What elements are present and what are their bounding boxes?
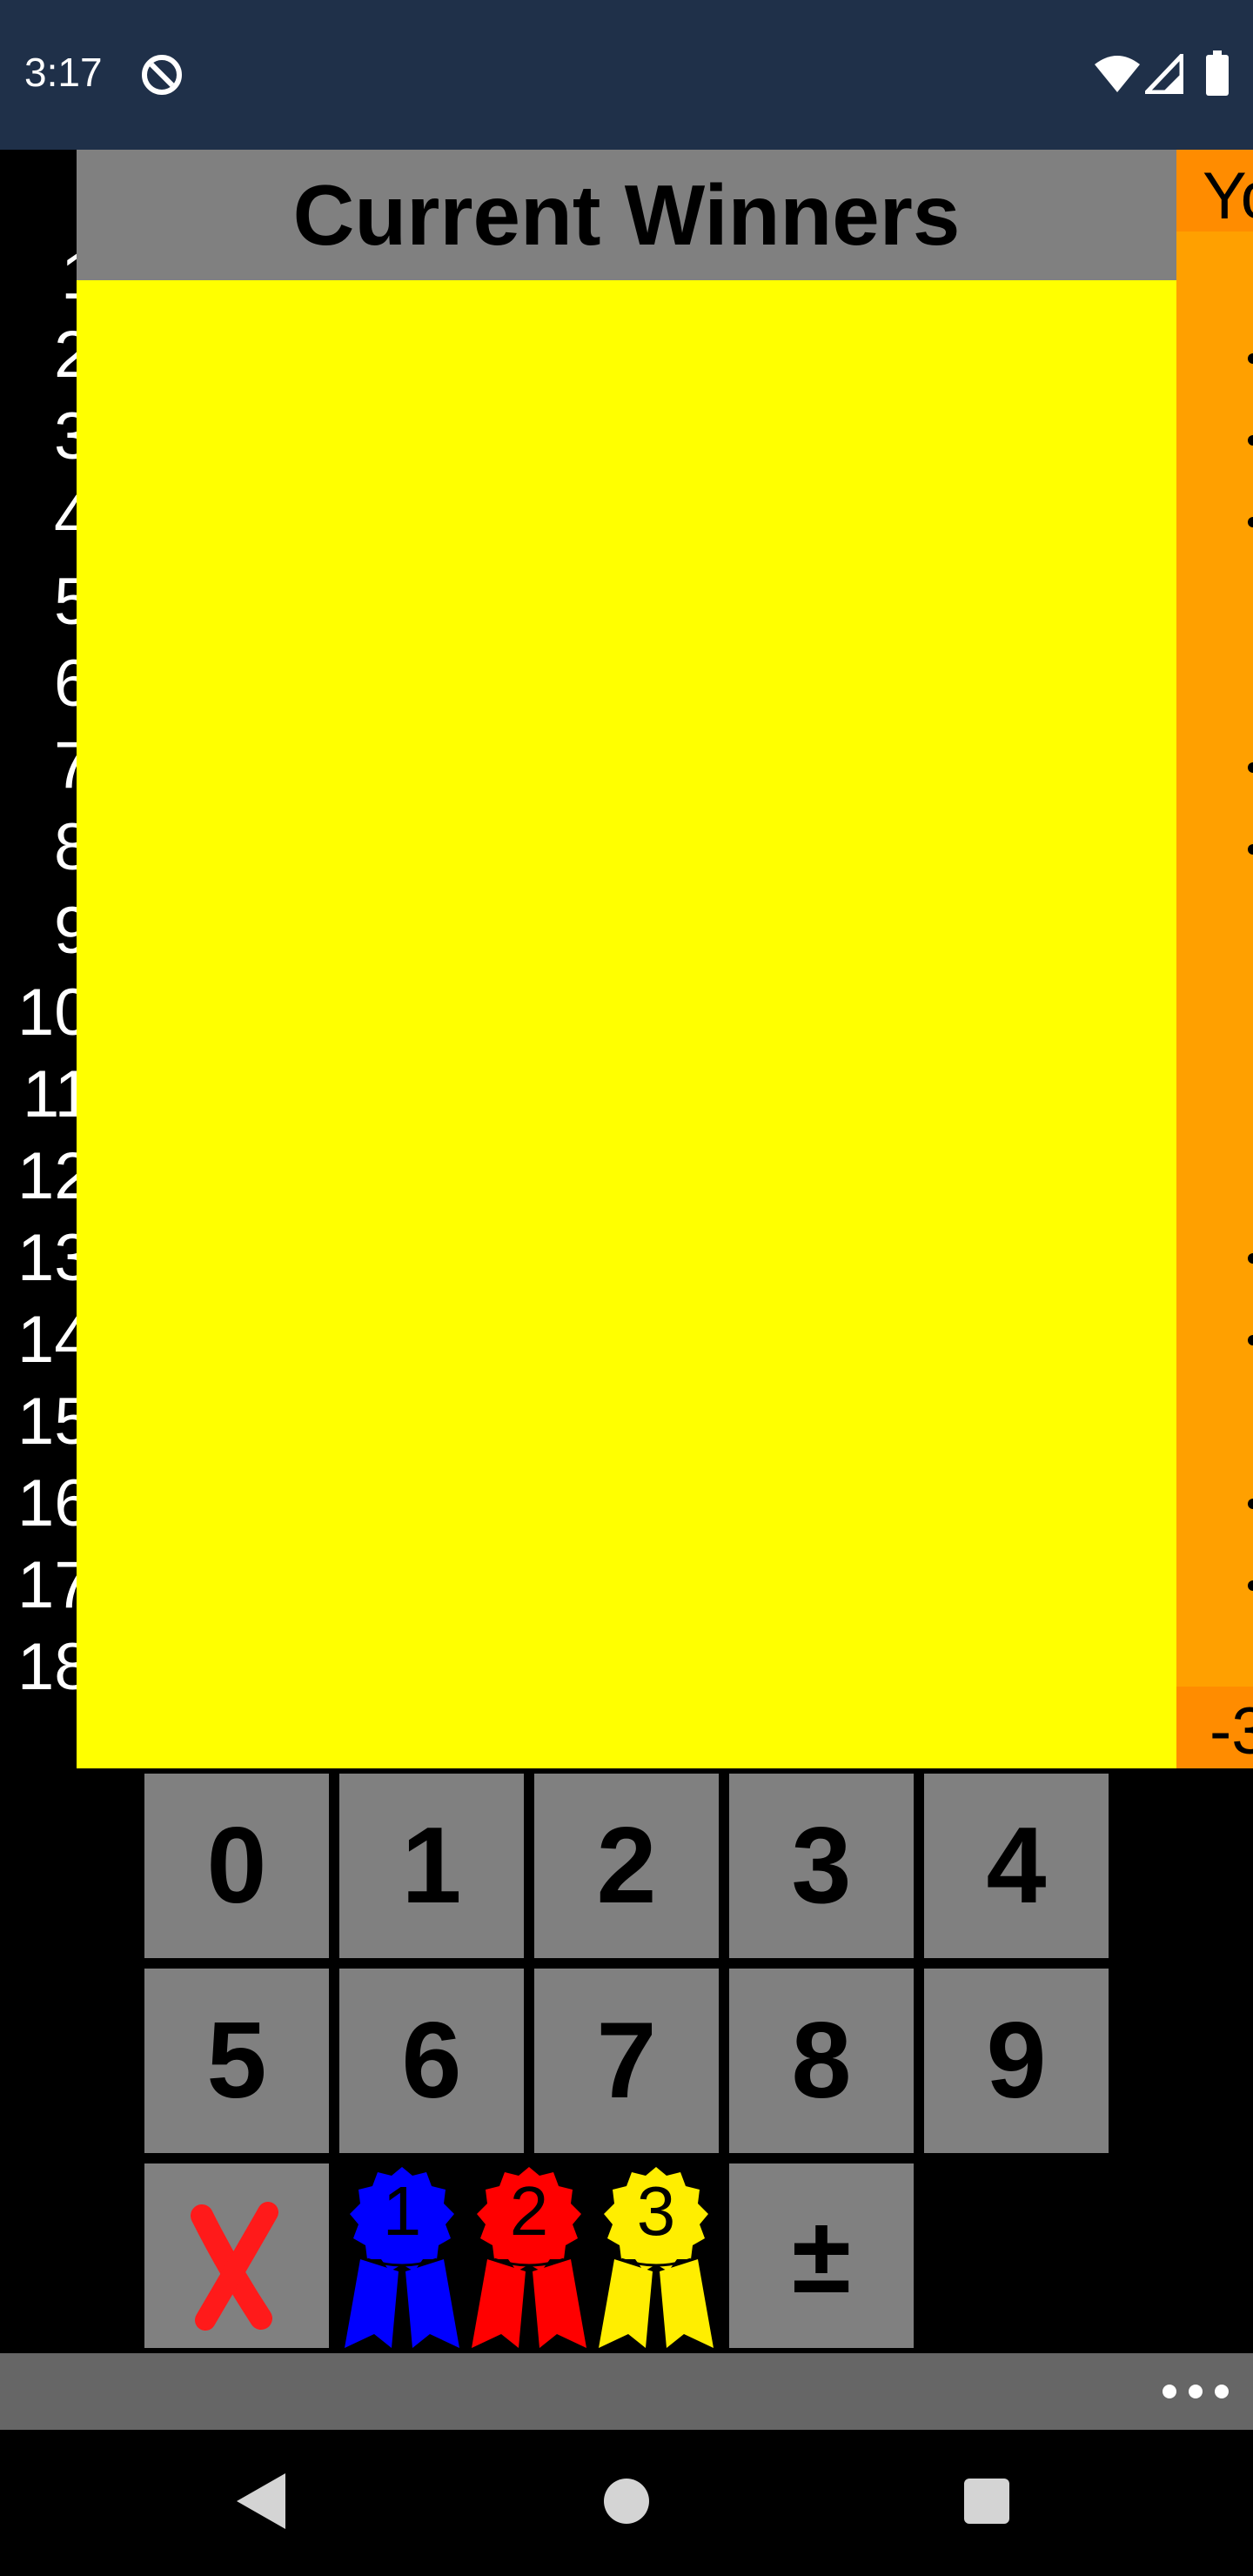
scorecard-header-text: Yo [1203, 159, 1253, 233]
navigation-bar [0, 2430, 1253, 2576]
key-6[interactable]: 6 [339, 1969, 524, 2153]
score-marker [1248, 844, 1253, 855]
winners-header: Current Winners [77, 150, 1176, 280]
score-marker [1248, 353, 1253, 364]
row-number: 10 [17, 976, 78, 1050]
row-number: 9 [54, 894, 78, 968]
first-place-ribbon[interactable]: 1 [341, 2163, 463, 2348]
row-number: 12 [17, 1139, 78, 1213]
score-marker [1248, 435, 1253, 446]
key-1[interactable]: 1 [339, 1774, 524, 1958]
back-icon[interactable] [233, 2470, 289, 2532]
key-2[interactable]: 2 [534, 1774, 719, 1958]
ribbon-label: 1 [383, 2172, 422, 2250]
row-number: 13 [17, 1221, 78, 1295]
row-number: 2 [54, 318, 78, 392]
row-number: 6 [54, 647, 78, 721]
row-number: 15 [17, 1385, 78, 1459]
number-keypad: 0 1 2 3 4 5 6 7 8 9 1 2 3 ± [144, 1774, 1110, 2348]
score-marker [1248, 1499, 1253, 1509]
score-marker [1248, 1335, 1253, 1345]
app-notification-icon [142, 55, 182, 95]
key-7[interactable]: 7 [534, 1969, 719, 2153]
current-winners-panel[interactable]: Current Winners [77, 150, 1176, 1768]
key-9[interactable]: 9 [924, 1969, 1109, 2153]
score-marker [1248, 1580, 1253, 1591]
row-number: 16 [17, 1466, 78, 1540]
action-strip [0, 2353, 1253, 2430]
status-time: 3:17 [24, 50, 103, 95]
score-marker [1248, 517, 1253, 527]
row-number: 4 [54, 481, 78, 555]
battery-icon [1206, 50, 1229, 96]
third-place-ribbon[interactable]: 3 [595, 2163, 717, 2348]
key-4[interactable]: 4 [924, 1774, 1109, 1958]
ribbon-label: 3 [637, 2172, 676, 2250]
row-number: 5 [54, 565, 78, 639]
row-number: 18 [17, 1630, 78, 1704]
scorecard-header: Yo [1176, 150, 1253, 233]
home-icon[interactable] [604, 2479, 649, 2524]
cell-signal-icon [1145, 54, 1183, 94]
second-place-ribbon[interactable]: 2 [468, 2163, 590, 2348]
scorecard-total-text: -3 [1209, 1694, 1253, 1768]
key-8[interactable]: 8 [729, 1969, 914, 2153]
more-dot [1215, 2385, 1229, 2398]
scorecard-panel: Yo -3 [1176, 150, 1253, 1768]
more-options-icon[interactable] [1163, 2372, 1229, 2411]
row-number: 1 [61, 244, 78, 310]
row-number: 14 [17, 1303, 78, 1377]
ribbon-label: 2 [510, 2172, 549, 2250]
row-number-column: 1 2 3 4 5 6 7 8 9 10 11 12 13 14 15 16 1… [0, 150, 78, 1768]
scorecard-total: -3 [1176, 1687, 1253, 1768]
score-marker [1248, 1253, 1253, 1264]
row-number: 3 [54, 399, 78, 473]
score-marker [1248, 762, 1253, 773]
row-number: 11 [23, 1057, 78, 1131]
wifi-icon [1095, 56, 1140, 92]
key-0[interactable]: 0 [144, 1774, 329, 1958]
more-dot [1163, 2385, 1176, 2398]
row-number: 17 [17, 1548, 78, 1622]
red-x-icon [191, 2202, 278, 2331]
key-3[interactable]: 3 [729, 1774, 914, 1958]
status-bar: 3:17 [0, 0, 1253, 150]
recents-icon[interactable] [964, 2479, 1009, 2524]
row-number: 8 [54, 810, 78, 884]
plus-minus-button[interactable]: ± [729, 2163, 914, 2348]
more-dot [1189, 2385, 1203, 2398]
row-number: 7 [54, 728, 78, 802]
clear-button[interactable] [144, 2163, 329, 2348]
key-5[interactable]: 5 [144, 1969, 329, 2153]
winners-title: Current Winners [292, 166, 961, 263]
